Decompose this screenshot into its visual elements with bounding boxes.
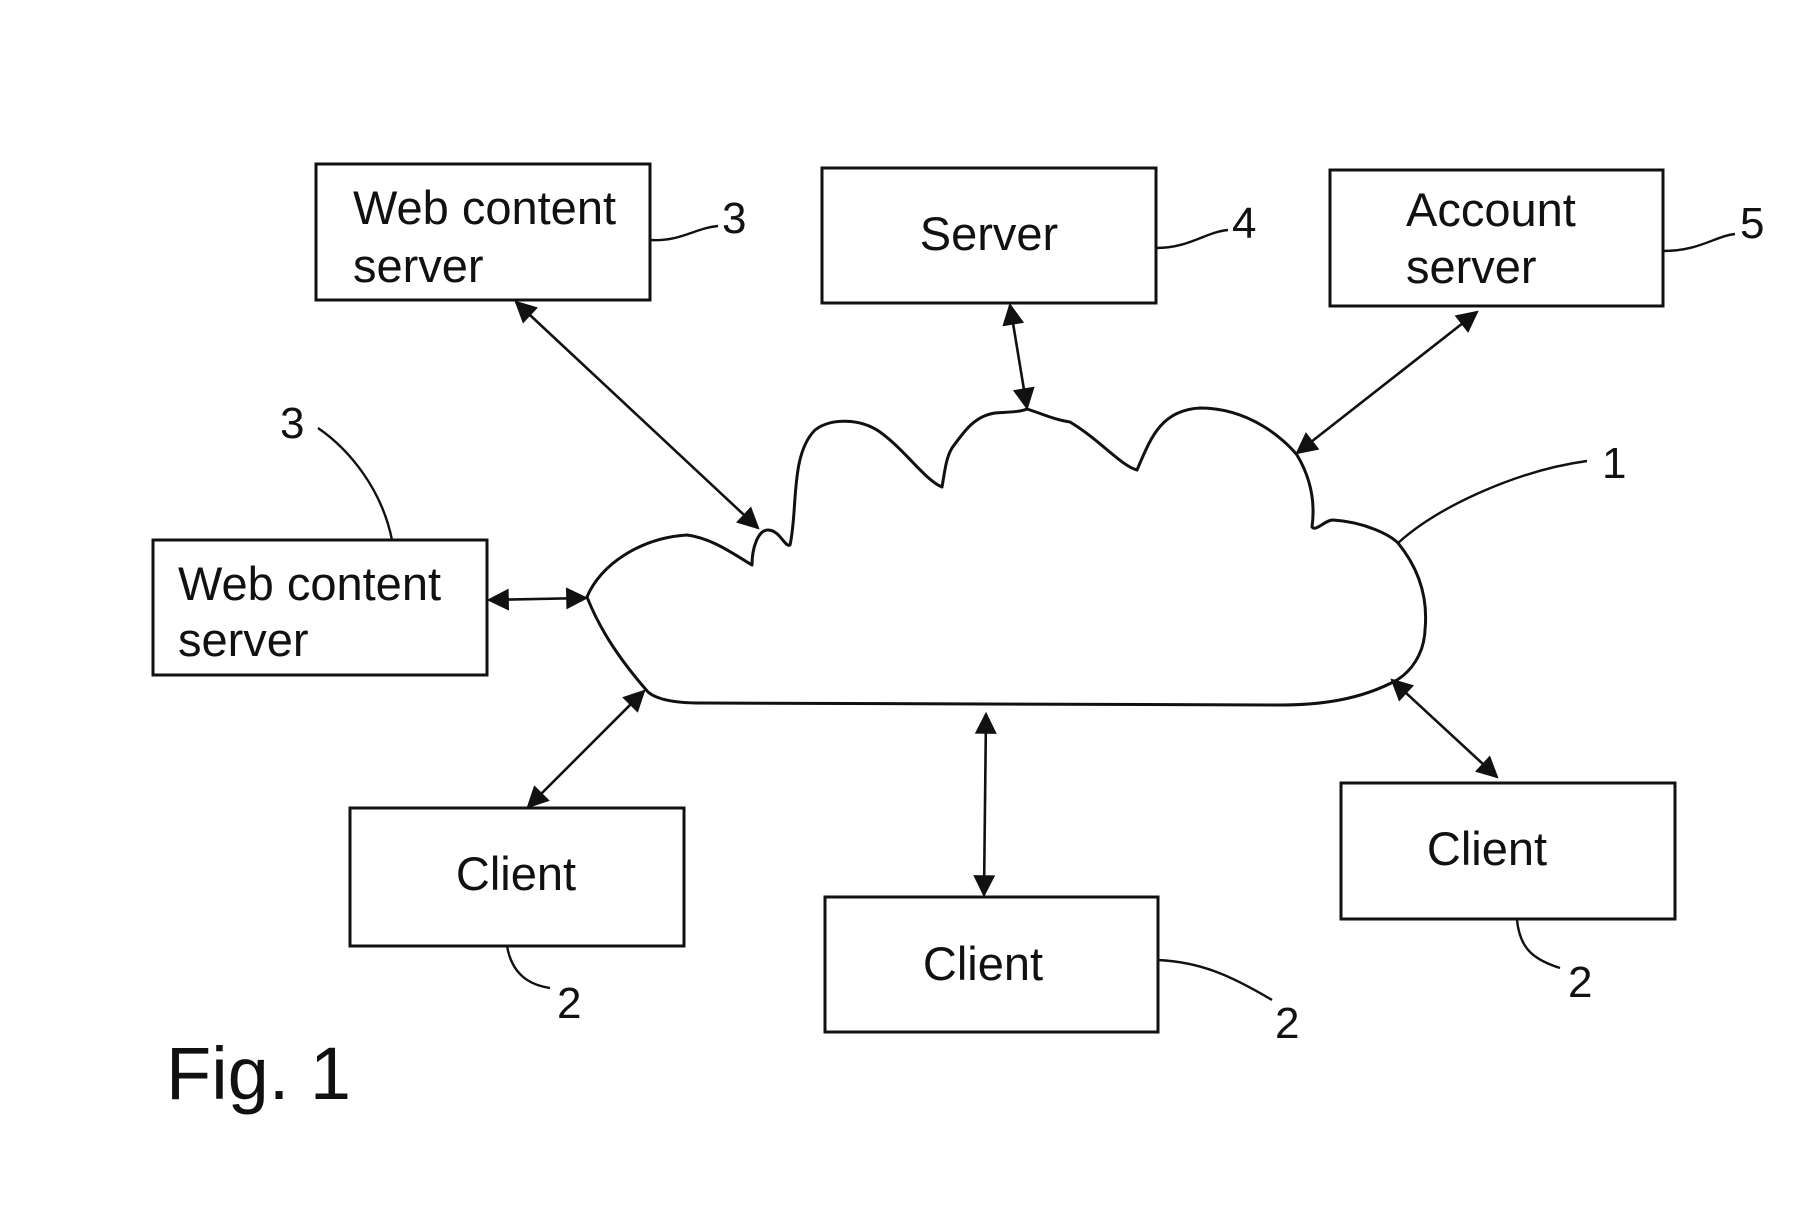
node-client-left[interactable]: Client: [348, 806, 686, 948]
node-label: Client: [923, 937, 1043, 990]
figure-caption: Fig. 1: [166, 1032, 351, 1115]
arrow-web-content-left-to-network: [486, 587, 589, 611]
ref-numeral-2-right: 2: [1568, 958, 1592, 1007]
arrow-client-middle-to-network: [973, 711, 997, 898]
ref-numeral-3-left: 3: [280, 399, 304, 448]
node-label-line-1: Web content: [178, 557, 441, 610]
arrow-client-right-to-network: [1390, 678, 1499, 779]
node-client-middle[interactable]: Client: [823, 895, 1160, 1034]
leader-ref-3-left: [317, 427, 394, 541]
node-label: Server: [920, 207, 1058, 260]
node-account-server[interactable]: Account server: [1328, 168, 1665, 308]
arrow-client-left-to-network: [526, 689, 646, 809]
node-label: Client: [456, 847, 576, 900]
ref-numeral-1: 1: [1602, 439, 1626, 488]
ref-numeral-2-middle: 2: [1275, 999, 1299, 1048]
leader-ref-2-middle: [1157, 958, 1273, 1002]
ref-numeral-4: 4: [1232, 199, 1256, 248]
ref-numeral-2-left: 2: [557, 979, 581, 1028]
node-web-content-server-left[interactable]: Web content server: [151, 538, 489, 677]
leader-ref-2-left: [505, 945, 551, 990]
leader-ref-4: [1155, 228, 1229, 250]
node-label: Client: [1427, 822, 1547, 875]
node-client-right[interactable]: Client: [1339, 781, 1677, 921]
leader-ref-1: [1397, 459, 1588, 544]
network-diagram: Web content server Server Account server…: [151, 162, 1764, 1115]
arrow-account-server-to-network: [1295, 310, 1479, 455]
node-label-line-2: server: [178, 613, 309, 666]
ref-numeral-3-top: 3: [722, 194, 746, 243]
ref-numeral-5: 5: [1740, 199, 1764, 248]
node-server[interactable]: Server: [820, 166, 1158, 305]
node-label-line-2: server: [1406, 240, 1537, 293]
node-web-content-server-top[interactable]: Web content server: [314, 162, 652, 302]
network-cloud: [585, 406, 1428, 707]
node-label-line-1: Account: [1406, 183, 1576, 236]
leader-ref-5: [1662, 232, 1736, 253]
node-label-line-2: server: [353, 239, 484, 292]
leader-ref-3-top: [649, 224, 719, 242]
arrow-server-to-network: [1002, 302, 1035, 411]
leader-ref-2-right: [1515, 919, 1561, 970]
arrow-web-content-top-to-network: [514, 300, 760, 530]
node-label-line-1: Web content: [353, 181, 616, 234]
